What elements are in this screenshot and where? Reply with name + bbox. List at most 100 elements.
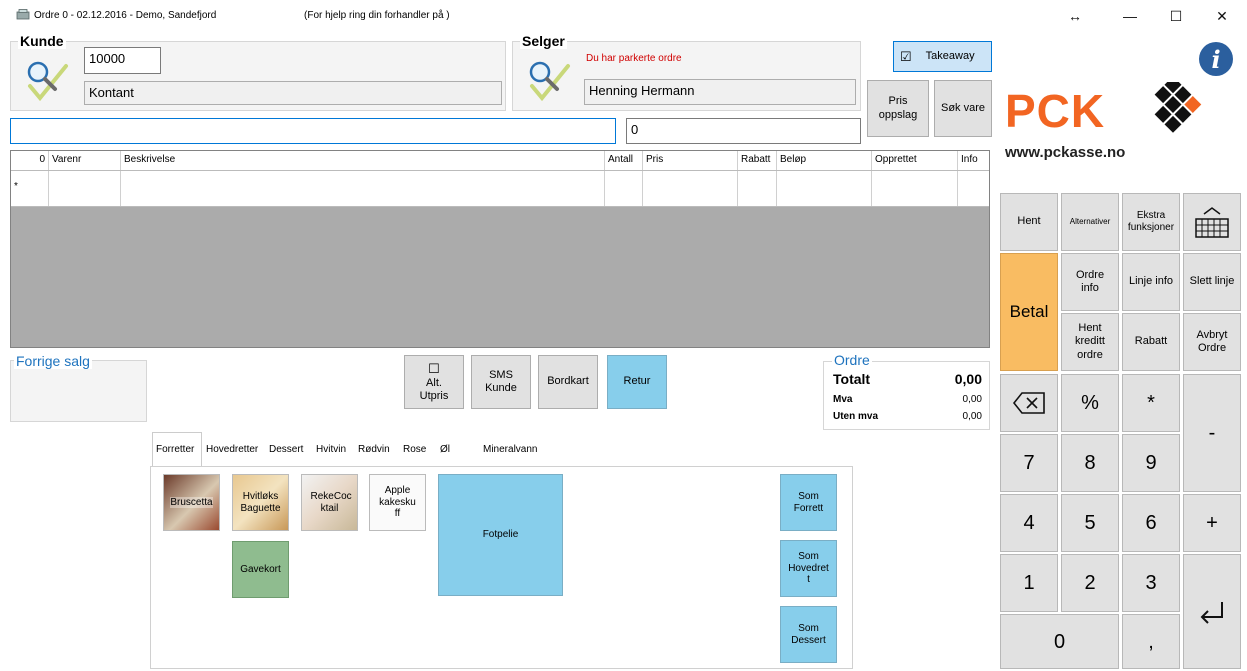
enter-key[interactable] [1183, 554, 1241, 669]
table-cell[interactable] [121, 171, 605, 206]
tab-red-wine[interactable]: Rødvin [355, 432, 397, 466]
column-header-info[interactable]: Info [958, 151, 989, 170]
tab-beer[interactable]: Øl [437, 432, 467, 466]
table-cell[interactable] [777, 171, 872, 206]
as-dessert-button[interactable]: Som Dessert [780, 606, 837, 663]
alt-price-label: Alt. Utpris [419, 376, 449, 402]
as-main-button[interactable]: Som Hovedret t [780, 540, 837, 597]
delete-line-button[interactable]: Slett linje [1183, 253, 1241, 311]
fetch-credit-order-button[interactable]: Hent kreditt ordre [1061, 313, 1119, 371]
tab-rose[interactable]: Rose [400, 432, 430, 466]
menu-item-bruschetta[interactable]: Bruscetta [163, 474, 220, 531]
minimize-button[interactable]: — [1107, 0, 1153, 32]
column-header-description[interactable]: Beskrivelse [121, 151, 605, 170]
menu-item-garlic-baguette[interactable]: Hvitløks Baguette [232, 474, 289, 531]
menu-item-label: Hvitløks Baguette [240, 491, 281, 514]
table-cell[interactable] [872, 171, 958, 206]
digit-5-key[interactable]: 5 [1061, 494, 1119, 552]
table-cell[interactable] [643, 171, 738, 206]
column-header-item-number[interactable]: Varenr [49, 151, 121, 170]
seller-label: Selger [520, 33, 567, 49]
tab-mineral-water[interactable]: Mineralvann [480, 432, 544, 466]
column-header-row-count: 0 [11, 151, 49, 170]
digit-4-key[interactable]: 4 [1000, 494, 1058, 552]
info-icon[interactable]: i [1199, 42, 1233, 76]
order-info-button[interactable]: Ordre info [1061, 253, 1119, 311]
table-row[interactable]: * [11, 171, 989, 207]
column-header-created[interactable]: Opprettet [872, 151, 958, 170]
maximize-button[interactable]: ☐ [1153, 0, 1199, 32]
digit-9-key[interactable]: 9 [1122, 434, 1180, 492]
search-item-button[interactable]: Søk vare [934, 80, 992, 137]
table-cell[interactable] [738, 171, 777, 206]
backspace-button[interactable] [1000, 374, 1058, 432]
sms-customer-button[interactable]: SMS Kunde [471, 355, 531, 409]
cancel-order-button[interactable]: Avbryt Ordre [1183, 313, 1241, 371]
previous-sales-label: Forrige salg [14, 353, 92, 369]
digit-2-key[interactable]: 2 [1061, 554, 1119, 612]
pck-logo: PCK www.pckasse.no [999, 76, 1247, 172]
takeaway-toggle[interactable]: ☑ Takeaway [893, 41, 992, 72]
multiply-key[interactable]: * [1122, 374, 1180, 432]
menu-item-gift-card[interactable]: Gavekort [232, 541, 289, 598]
digit-6-key[interactable]: 6 [1122, 494, 1180, 552]
seller-search-icon[interactable] [524, 56, 574, 102]
close-button[interactable]: ✕ [1199, 0, 1245, 32]
customer-name-field: Kontant [84, 81, 502, 105]
title-bar: Ordre 0 - 02.12.2016 - Demo, Sandefjord … [0, 0, 1247, 32]
customer-number-field[interactable]: 10000 [84, 47, 161, 74]
parked-orders-notice: Du har parkerte ordre [586, 53, 682, 64]
vat-label: Mva [833, 394, 853, 405]
tab-white-wine[interactable]: Hvitvin [313, 432, 353, 466]
logo-url: www.pckasse.no [1005, 144, 1126, 161]
new-row-marker: * [11, 171, 49, 206]
discount-button[interactable]: Rabatt [1122, 313, 1180, 371]
digit-3-key[interactable]: 3 [1122, 554, 1180, 612]
keyboard-button[interactable] [1183, 193, 1241, 251]
checkbox-icon: ☐ [428, 361, 440, 377]
menu-item-label: RekeCoc ktail [310, 491, 352, 514]
tab-main-courses[interactable]: Hovedretter [203, 432, 263, 466]
as-dessert-label: Som Dessert [791, 623, 826, 646]
quantity-input[interactable]: 0 [626, 118, 861, 144]
return-button[interactable]: Retur [607, 355, 667, 409]
plus-key[interactable]: + [1183, 494, 1241, 552]
logo-tiles-icon [1154, 82, 1202, 133]
digit-8-key[interactable]: 8 [1061, 434, 1119, 492]
table-map-button[interactable]: Bordkart [538, 355, 598, 409]
vat-value: 0,00 [962, 394, 982, 405]
digit-0-key[interactable]: 0 [1000, 614, 1119, 669]
column-header-price[interactable]: Pris [643, 151, 738, 170]
keyboard-icon [1195, 207, 1229, 238]
table-cell[interactable] [605, 171, 643, 206]
menu-item-shrimp-cocktail[interactable]: RekeCoc ktail [301, 474, 358, 531]
line-info-button[interactable]: Linje info [1122, 253, 1180, 311]
table-cell[interactable] [958, 171, 989, 206]
ex-vat-label: Uten mva [833, 411, 879, 422]
alternatives-button[interactable]: Alternativer [1061, 193, 1119, 251]
percent-key[interactable]: % [1061, 374, 1119, 432]
fetch-button[interactable]: Hent [1000, 193, 1058, 251]
tab-starters[interactable]: Forretter [152, 432, 202, 466]
comma-key[interactable]: , [1122, 614, 1180, 669]
restore-size-button[interactable]: ↔ [1052, 0, 1098, 32]
tab-dessert[interactable]: Dessert [266, 432, 310, 466]
menu-item-apple-cake[interactable]: Apple kakesku ff [369, 474, 426, 531]
pay-button[interactable]: Betal [1000, 253, 1058, 371]
minus-key[interactable]: - [1183, 374, 1241, 492]
as-starter-button[interactable]: Som Forrett [780, 474, 837, 531]
table-cell[interactable] [49, 171, 121, 206]
customer-label: Kunde [18, 33, 66, 49]
column-header-discount[interactable]: Rabatt [738, 151, 777, 170]
seller-name-field: Henning Hermann [584, 79, 856, 105]
item-search-input[interactable] [10, 118, 616, 144]
menu-item-fotpelie[interactable]: Fotpelie [438, 474, 563, 596]
alt-price-button[interactable]: ☐ Alt. Utpris [404, 355, 464, 409]
digit-7-key[interactable]: 7 [1000, 434, 1058, 492]
digit-1-key[interactable]: 1 [1000, 554, 1058, 612]
column-header-amount[interactable]: Beløp [777, 151, 872, 170]
price-lookup-button[interactable]: Pris oppslag [867, 80, 929, 137]
extra-functions-button[interactable]: Ekstra funksjoner [1122, 193, 1180, 251]
column-header-quantity[interactable]: Antall [605, 151, 643, 170]
customer-search-icon[interactable] [22, 56, 72, 102]
